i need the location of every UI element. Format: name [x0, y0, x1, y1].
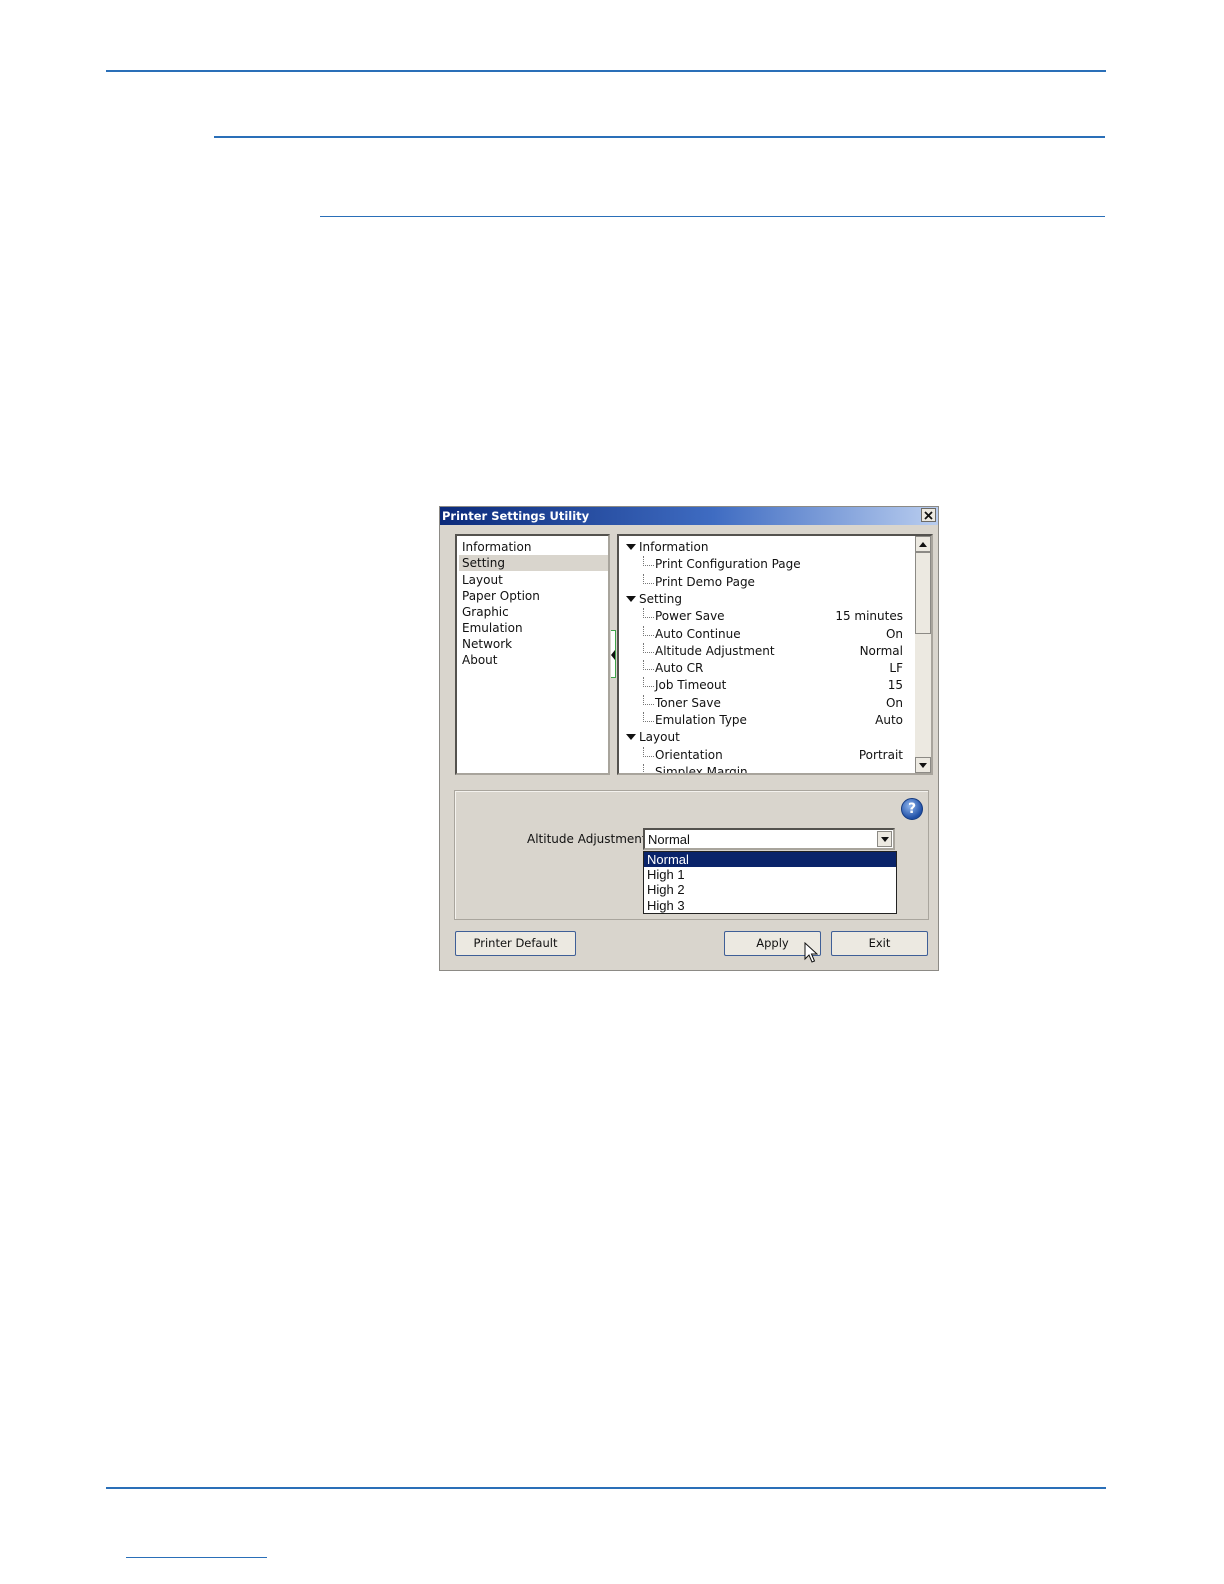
tree-item[interactable]: Orientation Portrait [619, 746, 915, 764]
header-rule-bottom [320, 216, 1105, 217]
collapse-arrow-icon [611, 650, 615, 660]
tree-value: On [885, 626, 903, 641]
altitude-adjustment-label: Altitude Adjustment [527, 832, 647, 846]
footnote-rule [126, 1557, 267, 1558]
footer-rule [106, 1487, 1106, 1489]
panel-splitter[interactable] [611, 630, 616, 678]
tree-branch-line [643, 625, 654, 636]
tree-label: Setting [639, 591, 682, 606]
setting-editor: ? Altitude Adjustment Normal Normal High … [454, 790, 929, 920]
tree-item[interactable]: Auto CR LF [619, 660, 915, 677]
nav-item-about[interactable]: About [459, 652, 608, 668]
scroll-down-icon[interactable] [915, 757, 931, 773]
printer-default-button[interactable]: Printer Default [455, 931, 576, 956]
selected-value: Normal [648, 832, 690, 847]
tree-value: 15 minutes [835, 609, 903, 624]
tree-branch-line [643, 573, 654, 584]
printer-settings-window: Printer Settings Utility Information Sett… [439, 506, 939, 971]
tree-label: Print Configuration Page [655, 557, 801, 572]
tree-value: 15 [887, 678, 903, 693]
tree-branch-line [643, 677, 654, 688]
tree-item[interactable]: Print Configuration Page [619, 556, 915, 573]
tree-item[interactable]: Simplex Margin [619, 763, 915, 775]
tree-label: Layout [639, 730, 680, 745]
tree-item[interactable]: Print Demo Page [619, 573, 915, 591]
tree-branch-line [643, 694, 654, 705]
tree-scrollbar[interactable] [915, 536, 931, 773]
tree-group[interactable]: Information [619, 539, 915, 556]
exit-button[interactable]: Exit [831, 931, 928, 956]
title-bar[interactable]: Printer Settings Utility [440, 507, 938, 525]
tree-item[interactable]: Altitude Adjustment Normal [619, 642, 915, 660]
tree-label: Simplex Margin [655, 764, 748, 775]
close-icon [924, 510, 933, 520]
expand-triangle-icon[interactable] [626, 544, 636, 550]
close-button[interactable] [921, 508, 936, 522]
expand-triangle-icon[interactable] [626, 734, 636, 741]
tree-label: Auto Continue [655, 626, 741, 641]
tree-label: Toner Save [655, 695, 721, 710]
altitude-options-list: Normal High 1 High 2 High 3 [643, 851, 897, 914]
expand-triangle-icon[interactable] [626, 595, 636, 602]
tree-label: Altitude Adjustment [655, 643, 775, 658]
tree-item[interactable]: Job Timeout 15 [619, 677, 915, 694]
tree-branch-line [643, 660, 654, 671]
tree-value: LF [889, 661, 903, 676]
settings-tree: Information Print Configuration Page Print… [617, 534, 933, 775]
tree-label: Emulation Type [655, 713, 747, 727]
nav-item-layout[interactable]: Layout [459, 572, 608, 588]
header-rule-top [106, 70, 1106, 72]
category-list: Information Setting Layout Paper Option Grap… [455, 534, 610, 775]
tree-branch-line [643, 642, 654, 653]
tree-branch-line [643, 746, 654, 757]
option-high-1[interactable]: High 1 [644, 867, 896, 882]
help-icon[interactable]: ? [901, 798, 923, 820]
scroll-thumb[interactable] [915, 552, 931, 634]
tree-branch-line [643, 556, 654, 567]
window-title: Printer Settings Utility [442, 509, 590, 523]
tree-item[interactable]: Power Save 15 minutes [619, 608, 915, 625]
tree-branch-line [643, 763, 654, 773]
tree-branch-line [643, 712, 654, 722]
header-rule-middle [214, 136, 1105, 138]
tree-label: Job Timeout [655, 678, 727, 693]
tree-item[interactable]: Toner Save On [619, 694, 915, 712]
scroll-up-icon[interactable] [915, 536, 931, 552]
tree-label: Auto CR [655, 661, 704, 676]
tree-value: Normal [859, 643, 903, 658]
nav-item-information[interactable]: Information [459, 539, 608, 555]
tree-group[interactable]: Layout [619, 729, 915, 746]
chevron-down-icon[interactable] [877, 831, 892, 847]
option-normal[interactable]: Normal [644, 852, 896, 867]
tree-label: Information [639, 540, 709, 554]
nav-item-emulation[interactable]: Emulation [459, 620, 608, 636]
tree-branch-line [643, 608, 654, 619]
tree-label: Power Save [655, 609, 725, 624]
tree-value: Portrait [858, 747, 903, 762]
tree-label: Orientation [655, 747, 723, 762]
nav-item-graphic[interactable]: Graphic [459, 604, 608, 620]
nav-item-paper-option[interactable]: Paper Option [459, 588, 608, 604]
tree-value: Auto [875, 713, 903, 727]
nav-item-setting[interactable]: Setting [459, 555, 608, 571]
tree-group[interactable]: Setting [619, 591, 915, 608]
altitude-adjustment-select[interactable]: Normal [643, 828, 895, 850]
option-high-3[interactable]: High 3 [644, 898, 896, 913]
tree-value: On [885, 695, 903, 710]
mouse-pointer-icon [804, 942, 818, 963]
option-high-2[interactable]: High 2 [644, 882, 896, 897]
nav-item-network[interactable]: Network [459, 636, 608, 652]
tree-item[interactable]: Emulation Type Auto [619, 712, 915, 729]
tree-item[interactable]: Auto Continue On [619, 625, 915, 643]
tree-label: Print Demo Page [655, 574, 755, 589]
